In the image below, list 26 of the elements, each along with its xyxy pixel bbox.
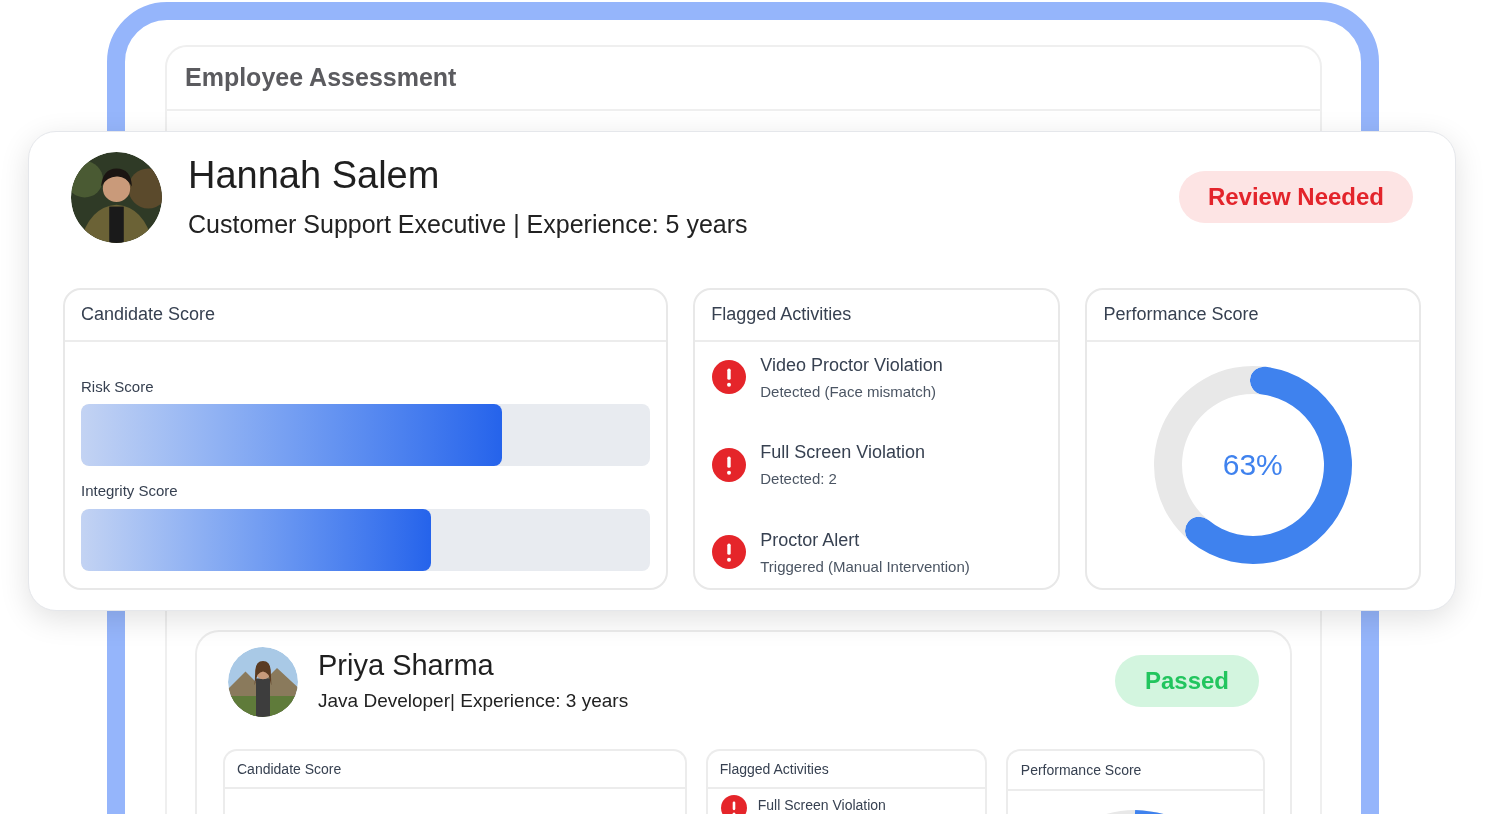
panel-title: Candidate Score	[237, 759, 342, 779]
flag-detail: Triggered (Manual Intervention)	[760, 556, 970, 577]
flag-title: Video Proctor Violation	[760, 353, 943, 377]
page-title: Employee Assessment	[185, 62, 457, 94]
panel-title: Performance Score	[1020, 760, 1142, 780]
score-label: Risk Score	[81, 376, 155, 397]
flag-title: Proctor Alert	[760, 528, 861, 552]
panel-title: Candidate Score	[81, 303, 216, 326]
panel-title: Performance Score	[1103, 303, 1259, 326]
alert-icon	[712, 360, 747, 395]
score-value: 63%	[1222, 447, 1283, 483]
flag-title: Full Screen Violation	[760, 441, 925, 464]
flag-detail: Detected: 2	[760, 469, 838, 489]
status-badge: Review Needed	[1178, 171, 1413, 223]
panel-title: Flagged Activities	[719, 759, 829, 779]
score-label: Integrity Score	[81, 481, 179, 501]
flag-detail: Detected (Face mismatch)	[760, 381, 938, 402]
candidate-name: Hannah Salem	[188, 153, 441, 198]
status-badge: Passed	[1114, 655, 1259, 707]
alert-icon	[712, 535, 747, 570]
candidate-name: Priya Sharma	[318, 648, 495, 683]
candidate-subtitle: Java Developer| Experience: 3 years	[318, 689, 629, 713]
candidate-subtitle: Customer Support Executive | Experience: 5 years	[188, 209, 748, 240]
alert-icon	[712, 447, 747, 482]
flag-title: Full Screen Violation	[757, 796, 886, 814]
panel-title: Flagged Activities	[711, 303, 852, 326]
